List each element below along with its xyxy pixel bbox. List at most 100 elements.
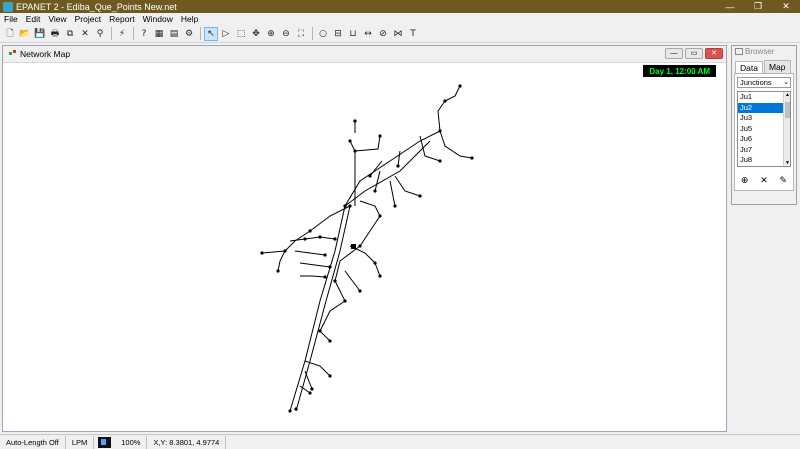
add-pipe-icon[interactable]: ↔	[362, 28, 374, 40]
pipe-link[interactable]	[295, 205, 351, 412]
table-icon[interactable]: ▤	[168, 28, 180, 40]
pipe-link[interactable]	[294, 250, 326, 256]
copy-icon[interactable]: ⧉	[64, 28, 76, 40]
junction-node[interactable]	[443, 99, 447, 103]
object-list[interactable]: Ju1 Ju2 Ju3 Ju5 Ju6 Ju7 Ju8 ▲ ▼	[737, 91, 791, 167]
minimize-button[interactable]: —	[716, 0, 744, 13]
junction-node[interactable]	[378, 274, 382, 278]
junction-node[interactable]	[438, 129, 442, 133]
junction-node[interactable]	[378, 134, 382, 138]
add-reservoir-icon[interactable]: ⊟	[332, 28, 344, 40]
add-object-button[interactable]: ⊕	[741, 176, 749, 186]
menu-help[interactable]: Help	[177, 14, 202, 24]
scroll-down-icon[interactable]: ▼	[784, 160, 790, 166]
junction-node[interactable]	[308, 391, 312, 395]
pipe-link[interactable]	[300, 275, 326, 278]
pipe-link[interactable]	[334, 245, 361, 282]
pipe-link[interactable]	[397, 150, 401, 167]
add-junction-icon[interactable]: ○	[317, 28, 329, 40]
junction-node[interactable]	[373, 189, 377, 193]
scroll-up-icon[interactable]: ▲	[784, 92, 790, 98]
junction-node[interactable]	[396, 164, 400, 168]
junction-node[interactable]	[418, 194, 422, 198]
junction-node[interactable]	[358, 289, 362, 293]
junction-node[interactable]	[458, 84, 462, 88]
zoom-in-icon[interactable]: ⊕	[265, 28, 277, 40]
pipe-link[interactable]	[437, 100, 446, 132]
junction-node[interactable]	[348, 204, 352, 208]
junction-node[interactable]	[333, 279, 337, 283]
junction-node[interactable]	[308, 229, 312, 233]
junction-node[interactable]	[328, 339, 332, 343]
junction-node[interactable]	[318, 235, 322, 239]
menu-window[interactable]: Window	[139, 14, 177, 24]
options-icon[interactable]: ⚙	[183, 28, 195, 40]
graph-icon[interactable]: ▦	[153, 28, 165, 40]
restore-button[interactable]: ❐	[744, 0, 772, 13]
junction-node[interactable]	[303, 237, 307, 241]
select-region-icon[interactable]: ⬚	[235, 28, 247, 40]
select-vertex-icon[interactable]: ▷	[220, 28, 232, 40]
find-icon[interactable]: ⚲	[94, 28, 106, 40]
close-button[interactable]: ✕	[772, 0, 800, 13]
junction-node[interactable]	[343, 299, 347, 303]
pipe-link[interactable]	[354, 135, 381, 152]
pipe-link[interactable]	[344, 270, 361, 292]
junction-node[interactable]	[353, 119, 357, 123]
menu-file[interactable]: File	[0, 14, 22, 24]
menu-edit[interactable]: Edit	[22, 14, 45, 24]
delete-object-button[interactable]: ✕	[760, 176, 768, 186]
map-minimize-button[interactable]: —	[665, 48, 683, 59]
junction-node[interactable]	[328, 265, 332, 269]
select-object-icon[interactable]: ↖	[204, 26, 218, 41]
object-category-select[interactable]: Junctions ⌄	[737, 77, 791, 88]
auto-length-status[interactable]: Auto-Length Off	[0, 435, 66, 449]
pipe-link[interactable]	[299, 262, 331, 268]
junction-node[interactable]	[343, 204, 347, 208]
delete-icon[interactable]: ✕	[79, 28, 91, 40]
junction-node[interactable]	[323, 253, 327, 257]
junction-node[interactable]	[260, 251, 264, 255]
junction-node[interactable]	[294, 407, 298, 411]
pipe-link[interactable]	[289, 236, 336, 242]
junction-node[interactable]	[323, 275, 327, 279]
map-close-button[interactable]: ✕	[705, 48, 723, 59]
edit-object-button[interactable]: ✎	[780, 176, 788, 186]
pipe-link[interactable]	[277, 250, 286, 272]
menu-view[interactable]: View	[44, 14, 70, 24]
add-tank-icon[interactable]: ⊔	[347, 28, 359, 40]
pipe-link[interactable]	[359, 200, 381, 217]
junction-node[interactable]	[470, 156, 474, 160]
full-extent-icon[interactable]: ⛶	[295, 28, 307, 40]
print-icon[interactable]: 🖶	[49, 28, 61, 40]
pipe-link[interactable]	[304, 370, 313, 390]
junction-node[interactable]	[276, 269, 280, 273]
menu-project[interactable]: Project	[71, 14, 105, 24]
junction-node[interactable]	[318, 329, 322, 333]
zoom-out-icon[interactable]: ⊖	[280, 28, 292, 40]
pipe-link[interactable]	[304, 360, 331, 377]
junction-node[interactable]	[333, 237, 337, 241]
add-pump-icon[interactable]: ⊘	[377, 28, 389, 40]
junction-node[interactable]	[348, 139, 352, 143]
pipe-link[interactable]	[319, 300, 346, 332]
pipe-link[interactable]	[374, 262, 381, 277]
run-icon[interactable]: ⚡	[116, 28, 128, 40]
pipe-link[interactable]	[289, 130, 441, 412]
junction-node[interactable]	[288, 409, 292, 413]
junction-node[interactable]	[328, 374, 332, 378]
junction-node[interactable]	[393, 204, 397, 208]
pipe-link[interactable]	[369, 160, 383, 177]
junction-node[interactable]	[368, 174, 372, 178]
pipe-link[interactable]	[374, 170, 381, 192]
tank-node[interactable]	[351, 244, 356, 249]
pan-icon[interactable]: ✥	[250, 28, 262, 40]
pipe-link[interactable]	[389, 180, 396, 207]
open-icon[interactable]: 📂	[19, 28, 31, 40]
pipe-link[interactable]	[261, 250, 286, 254]
pipe-link[interactable]	[394, 175, 421, 197]
pipe-link[interactable]	[334, 280, 346, 302]
junction-node[interactable]	[373, 261, 377, 265]
tab-map[interactable]: Map	[763, 60, 791, 73]
add-label-icon[interactable]: T	[407, 28, 419, 40]
